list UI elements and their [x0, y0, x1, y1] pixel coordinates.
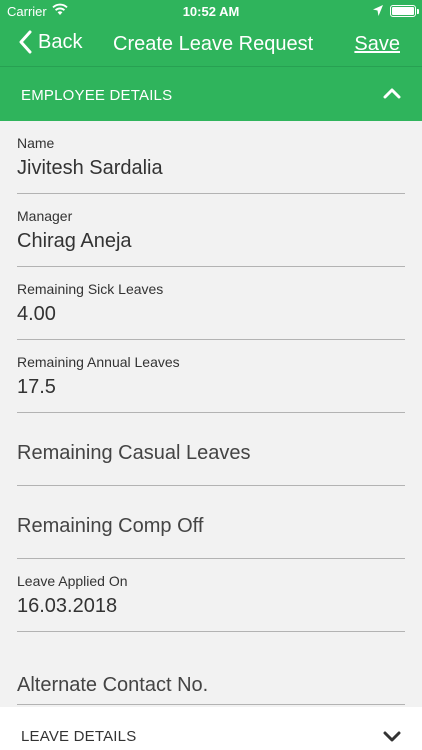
section-title: LEAVE DETAILS — [21, 728, 137, 745]
chevron-down-icon — [383, 731, 401, 742]
field-label: Remaining Annual Leaves — [17, 354, 180, 370]
field-label: Leave Applied On — [17, 573, 128, 589]
back-label: Back — [38, 30, 83, 53]
field-value: 4.00 — [17, 303, 56, 325]
name-field: Name Jivitesh Sardalia — [17, 121, 405, 194]
field-placeholder: Alternate Contact No. — [17, 674, 209, 696]
field-value: Chirag Aneja — [17, 230, 132, 252]
remaining-annual-leaves-field: Remaining Annual Leaves 17.5 — [17, 340, 405, 413]
remaining-sick-leaves-field: Remaining Sick Leaves 4.00 — [17, 267, 405, 340]
remaining-casual-leaves-field[interactable]: Remaining Casual Leaves — [17, 413, 405, 486]
status-time: 10:52 AM — [182, 4, 240, 19]
chevron-left-icon — [19, 30, 32, 54]
field-placeholder: Remaining Casual Leaves — [17, 442, 251, 464]
section-title: EMPLOYEE DETAILS — [21, 87, 173, 104]
field-value: 17.5 — [17, 376, 56, 398]
field-label: Manager — [17, 208, 73, 224]
field-placeholder: Remaining Comp Off — [17, 515, 204, 537]
location-arrow-icon — [373, 5, 383, 16]
save-button[interactable]: Save — [354, 33, 400, 56]
employee-details-header[interactable]: EMPLOYEE DETAILS — [0, 66, 422, 121]
battery-icon — [390, 5, 419, 17]
remaining-comp-off-field[interactable]: Remaining Comp Off — [17, 486, 405, 559]
field-value: 16.03.2018 — [17, 595, 118, 617]
leave-applied-on-field[interactable]: Leave Applied On 16.03.2018 — [17, 559, 405, 632]
field-label: Name — [17, 135, 55, 151]
back-button[interactable]: Back — [18, 30, 82, 54]
field-label: Remaining Sick Leaves — [17, 281, 164, 297]
page-title: Create Leave Request — [113, 33, 314, 55]
navigation-bar: Back Create Leave Request Save — [0, 22, 422, 66]
chevron-up-icon — [383, 88, 401, 99]
status-bar: Carrier 10:52 AM — [0, 0, 422, 22]
field-value: Jivitesh Sardalia — [17, 157, 163, 179]
employee-details-form: Name Jivitesh Sardalia Manager Chirag An… — [0, 121, 422, 707]
manager-field: Manager Chirag Aneja — [17, 194, 405, 267]
alternate-contact-field[interactable]: Alternate Contact No. — [17, 632, 405, 705]
leave-details-header[interactable]: LEAVE DETAILS — [0, 707, 422, 750]
